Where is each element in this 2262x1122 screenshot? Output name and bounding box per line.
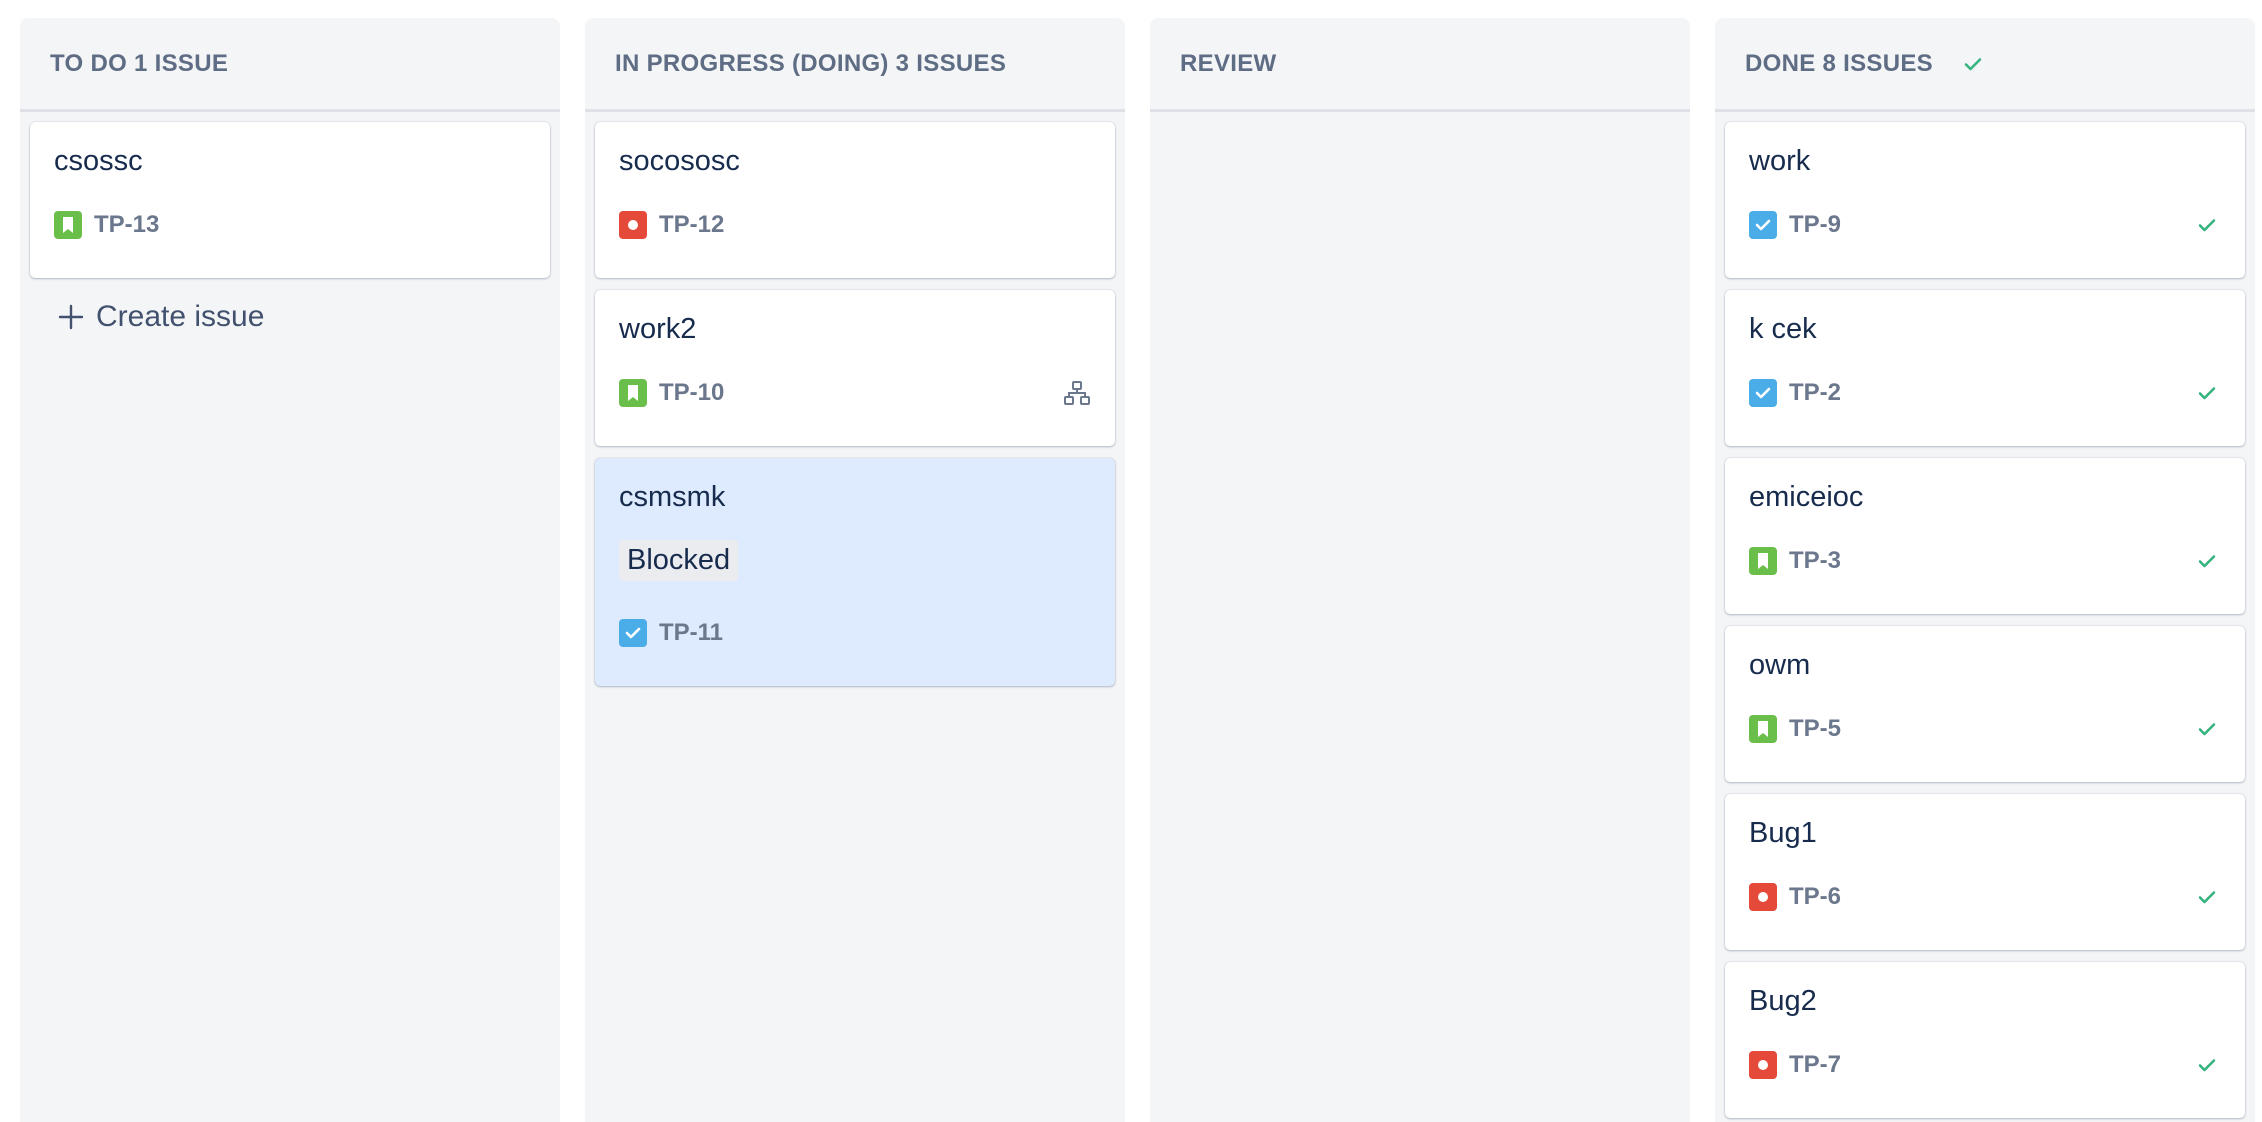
issue-summary: emiceioc: [1749, 481, 1864, 513]
column-header-done: DONE 8 ISSUES: [1715, 18, 2255, 112]
card-footer: TP-3: [1749, 546, 2221, 576]
blocked-label: Blocked: [619, 540, 739, 581]
column-title: DONE 8 ISSUES: [1745, 49, 1933, 77]
card-footer: TP-10: [619, 378, 1091, 408]
issue-summary: work2: [619, 313, 697, 345]
issue-card[interactable]: work TP-9: [1725, 122, 2245, 278]
bug-icon: [1749, 883, 1777, 911]
task-icon: [619, 619, 647, 647]
issue-key[interactable]: TP-9: [1789, 211, 1841, 239]
column-header-todo: TO DO 1 ISSUE: [20, 18, 560, 112]
issue-key[interactable]: TP-13: [94, 211, 159, 239]
card-list: work TP-9 k cek TP-2 emiceioc TP-3 owm T…: [1715, 112, 2255, 1118]
column-header-review: REVIEW: [1150, 18, 1690, 112]
issue-card[interactable]: work2 TP-10: [595, 290, 1115, 446]
issue-summary: Bug2: [1749, 985, 1817, 1017]
issue-card[interactable]: Bug2 TP-7: [1725, 962, 2245, 1118]
column-title: REVIEW: [1180, 49, 1277, 77]
card-list: csossc TP-13 Create issue: [20, 112, 560, 342]
story-icon: [619, 379, 647, 407]
column-todo: TO DO 1 ISSUE csossc TP-13 Create issue: [20, 18, 560, 1122]
issue-card[interactable]: owm TP-5: [1725, 626, 2245, 782]
story-icon: [1749, 715, 1777, 743]
issue-summary: owm: [1749, 649, 1811, 681]
plus-icon: [58, 304, 84, 330]
create-issue-label: Create issue: [96, 300, 265, 333]
issue-card[interactable]: Bug1 TP-6: [1725, 794, 2245, 950]
check-icon: [2193, 379, 2221, 407]
issue-key[interactable]: TP-5: [1789, 715, 1841, 743]
bug-icon: [619, 211, 647, 239]
card-footer: TP-11: [619, 618, 1091, 648]
card-footer: TP-5: [1749, 714, 2221, 744]
task-icon: [1749, 379, 1777, 407]
check-icon: [2193, 715, 2221, 743]
create-issue-button[interactable]: Create issue: [30, 292, 550, 342]
check-icon: [2193, 1051, 2221, 1079]
card-list: [1150, 112, 1690, 122]
issue-summary: k cek: [1749, 313, 1817, 345]
card-list: socososc TP-12 work2 TP-10 csmsmk Blocke…: [585, 112, 1125, 686]
task-icon: [1749, 211, 1777, 239]
issue-card-selected[interactable]: csmsmk Blocked TP-11: [595, 458, 1115, 686]
issue-key[interactable]: TP-3: [1789, 547, 1841, 575]
story-icon: [54, 211, 82, 239]
issue-card[interactable]: k cek TP-2: [1725, 290, 2245, 446]
column-title: IN PROGRESS (DOING) 3 ISSUES: [615, 49, 1007, 77]
issue-summary: Bug1: [1749, 817, 1817, 849]
column-header-in-progress: IN PROGRESS (DOING) 3 ISSUES: [585, 18, 1125, 112]
check-icon: [2193, 883, 2221, 911]
column-review: REVIEW: [1150, 18, 1690, 1122]
issue-summary: socososc: [619, 145, 740, 177]
issue-key[interactable]: TP-7: [1789, 1051, 1841, 1079]
card-footer: TP-6: [1749, 882, 2221, 912]
issue-key[interactable]: TP-11: [659, 619, 723, 647]
issue-card[interactable]: csossc TP-13: [30, 122, 550, 278]
issue-key[interactable]: TP-12: [659, 211, 724, 239]
issue-summary: work: [1749, 145, 1811, 177]
issue-card[interactable]: emiceioc TP-3: [1725, 458, 2245, 614]
issue-summary: csmsmk: [619, 481, 726, 513]
column-title: TO DO 1 ISSUE: [50, 49, 229, 77]
issue-card[interactable]: socososc TP-12: [595, 122, 1115, 278]
card-footer: TP-13: [54, 210, 526, 240]
column-done: DONE 8 ISSUES work TP-9 k cek TP-2 emice…: [1715, 18, 2255, 1122]
issue-key[interactable]: TP-2: [1789, 379, 1841, 407]
card-footer: TP-12: [619, 210, 1091, 240]
check-icon: [1964, 57, 1982, 70]
kanban-board: TO DO 1 ISSUE csossc TP-13 Create issue: [0, 0, 2262, 1122]
card-footer: TP-9: [1749, 210, 2221, 240]
check-icon: [2193, 547, 2221, 575]
issue-key[interactable]: TP-10: [659, 379, 724, 407]
bug-icon: [1749, 1051, 1777, 1079]
column-in-progress: IN PROGRESS (DOING) 3 ISSUES socososc TP…: [585, 18, 1125, 1122]
issue-summary: csossc: [54, 145, 143, 177]
issue-key[interactable]: TP-6: [1789, 883, 1841, 911]
check-icon: [2193, 211, 2221, 239]
child-issues-icon[interactable]: [1063, 379, 1091, 407]
card-footer: TP-2: [1749, 378, 2221, 408]
card-footer: TP-7: [1749, 1050, 2221, 1080]
story-icon: [1749, 547, 1777, 575]
